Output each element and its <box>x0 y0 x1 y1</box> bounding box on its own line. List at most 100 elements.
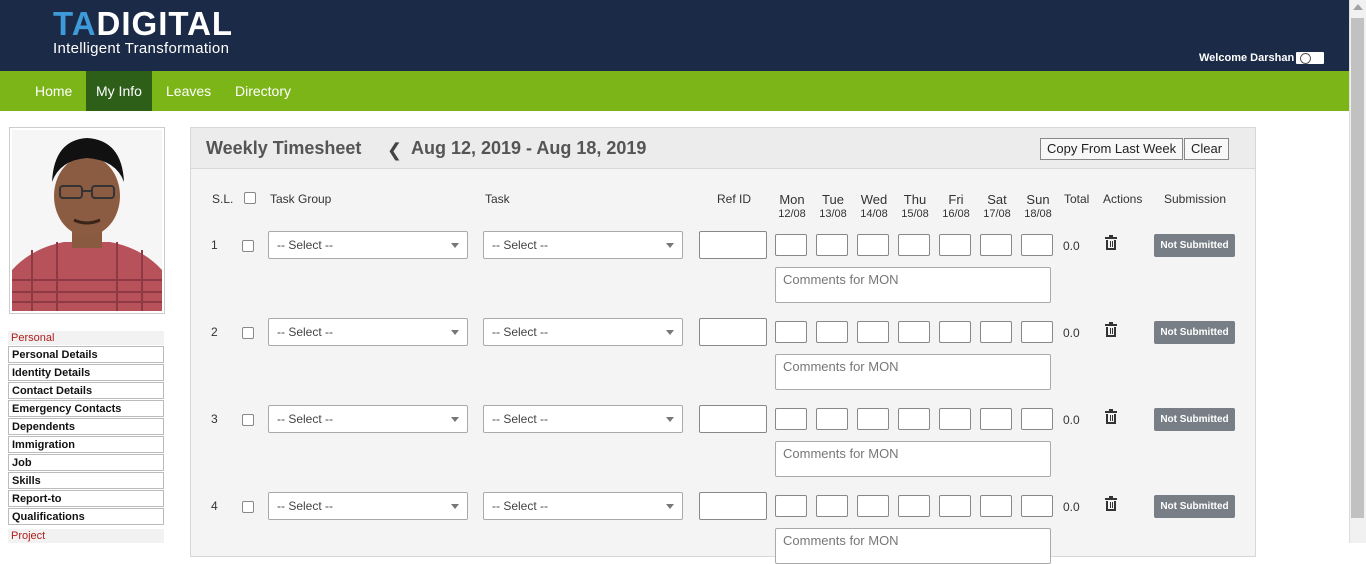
task-select[interactable]: -- Select -- <box>483 492 683 520</box>
profile-photo <box>9 127 165 314</box>
nav-my-info[interactable]: My Info <box>86 71 152 111</box>
comments-input[interactable]: Comments for MON <box>775 267 1051 303</box>
sat-hours-input[interactable] <box>980 234 1012 256</box>
trash-icon[interactable] <box>1105 409 1117 424</box>
fri-hours-input[interactable] <box>939 495 971 517</box>
timesheet-panel: Weekly Timesheet ❮ Aug 12, 2019 - Aug 18… <box>190 127 1256 564</box>
thu-hours-input[interactable] <box>898 495 930 517</box>
sidebar-item-dependents[interactable]: Dependents <box>8 418 164 435</box>
sun-hours-input[interactable] <box>1021 408 1053 430</box>
sat-hours-input[interactable] <box>980 495 1012 517</box>
scroll-thumb[interactable] <box>1351 18 1364 518</box>
row-checkbox[interactable] <box>242 414 254 426</box>
sun-hours-input[interactable] <box>1021 495 1053 517</box>
ref-id-input[interactable] <box>699 405 767 433</box>
status-badge: Not Submitted <box>1154 408 1235 431</box>
wed-hours-input[interactable] <box>857 408 889 430</box>
thu-hours-input[interactable] <box>898 408 930 430</box>
nav-home[interactable]: Home <box>25 71 82 111</box>
task-group-select[interactable]: -- Select -- <box>268 405 468 433</box>
sat-hours-input[interactable] <box>980 408 1012 430</box>
side-heading-personal: Personal <box>8 331 164 345</box>
nav-leaves[interactable]: Leaves <box>156 71 221 111</box>
col-day-sun: Sun 18/08 <box>1024 192 1052 220</box>
nav-directory[interactable]: Directory <box>225 71 301 111</box>
row-checkbox[interactable] <box>242 240 254 252</box>
mon-hours-input[interactable] <box>775 408 807 430</box>
tue-hours-input[interactable] <box>816 495 848 517</box>
chevron-left-icon[interactable]: ❮ <box>387 140 402 161</box>
comments-input[interactable]: Comments for MON <box>775 441 1051 477</box>
sun-hours-input[interactable] <box>1021 321 1053 343</box>
trash-icon[interactable] <box>1105 235 1117 250</box>
mon-hours-input[interactable] <box>775 234 807 256</box>
sun-hours-input[interactable] <box>1021 234 1053 256</box>
scroll-up-icon[interactable] <box>1353 4 1363 10</box>
ref-id-input[interactable] <box>699 492 767 520</box>
timesheet-header: Weekly Timesheet ❮ Aug 12, 2019 - Aug 18… <box>191 128 1255 169</box>
tue-hours-input[interactable] <box>816 321 848 343</box>
sidebar-item-report-to[interactable]: Report-to <box>8 490 164 507</box>
comments-input[interactable]: Comments for MON <box>775 354 1051 390</box>
fri-hours-input[interactable] <box>939 408 971 430</box>
tue-hours-input[interactable] <box>816 234 848 256</box>
logo-digital: DIGITAL <box>96 5 234 42</box>
col-actions: Actions <box>1103 192 1143 206</box>
thu-hours-input[interactable] <box>898 321 930 343</box>
sidebar-item-skills[interactable]: Skills <box>8 472 164 489</box>
fri-hours-input[interactable] <box>939 234 971 256</box>
mon-hours-input[interactable] <box>775 321 807 343</box>
row-total: 0.0 <box>1063 500 1080 514</box>
sidebar-item-personal-details[interactable]: Personal Details <box>8 346 164 363</box>
sidebar-item-identity-details[interactable]: Identity Details <box>8 364 164 381</box>
wed-hours-input[interactable] <box>857 495 889 517</box>
task-group-select[interactable]: -- Select -- <box>268 492 468 520</box>
select-all-checkbox[interactable] <box>244 192 256 204</box>
comments-input[interactable]: Comments for MON <box>775 528 1051 564</box>
task-select[interactable]: -- Select -- <box>483 405 683 433</box>
thu-hours-input[interactable] <box>898 234 930 256</box>
row-total: 0.0 <box>1063 326 1080 340</box>
clear-button[interactable]: Clear <box>1184 138 1230 160</box>
col-day-mon: Mon 12/08 <box>778 192 806 220</box>
col-day-tue: Tue 13/08 <box>819 192 847 220</box>
sidebar-item-qualifications[interactable]: Qualifications <box>8 508 164 525</box>
sidebar-item-contact-details[interactable]: Contact Details <box>8 382 164 399</box>
col-task: Task <box>485 192 510 206</box>
company-logo[interactable]: TADIGITAL Intelligent Transformation <box>53 5 234 58</box>
row-checkbox[interactable] <box>242 327 254 339</box>
row-checkbox[interactable] <box>242 501 254 513</box>
logo-ta: TA <box>53 5 97 42</box>
task-group-select[interactable]: -- Select -- <box>268 318 468 346</box>
sidebar-item-job[interactable]: Job <box>8 454 164 471</box>
trash-icon[interactable] <box>1105 496 1117 511</box>
task-group-select[interactable]: -- Select -- <box>268 231 468 259</box>
row-number: 2 <box>211 325 218 339</box>
row-number: 4 <box>211 499 218 513</box>
wed-hours-input[interactable] <box>857 234 889 256</box>
wed-hours-input[interactable] <box>857 321 889 343</box>
ref-id-input[interactable] <box>699 231 767 259</box>
page-title: Weekly Timesheet <box>206 138 362 158</box>
mon-hours-input[interactable] <box>775 495 807 517</box>
fri-hours-input[interactable] <box>939 321 971 343</box>
date-range: Aug 12, 2019 - Aug 18, 2019 <box>411 138 647 158</box>
main-nav: Home My Info Leaves Directory <box>0 71 1349 111</box>
sidebar-item-emergency-contacts[interactable]: Emergency Contacts <box>8 400 164 417</box>
ref-id-input[interactable] <box>699 318 767 346</box>
sat-hours-input[interactable] <box>980 321 1012 343</box>
col-task-group: Task Group <box>270 192 332 206</box>
user-icon[interactable] <box>1296 52 1324 64</box>
task-select[interactable]: -- Select -- <box>483 231 683 259</box>
status-badge: Not Submitted <box>1154 495 1235 518</box>
col-total: Total <box>1064 192 1090 206</box>
status-badge: Not Submitted <box>1154 234 1235 257</box>
status-badge: Not Submitted <box>1154 321 1235 344</box>
col-day-thu: Thu 15/08 <box>901 192 929 220</box>
task-select[interactable]: -- Select -- <box>483 318 683 346</box>
tue-hours-input[interactable] <box>816 408 848 430</box>
trash-icon[interactable] <box>1105 322 1117 337</box>
copy-from-last-week-button[interactable]: Copy From Last Week <box>1040 138 1184 160</box>
row-number: 1 <box>211 238 218 252</box>
sidebar-item-immigration[interactable]: Immigration <box>8 436 164 453</box>
